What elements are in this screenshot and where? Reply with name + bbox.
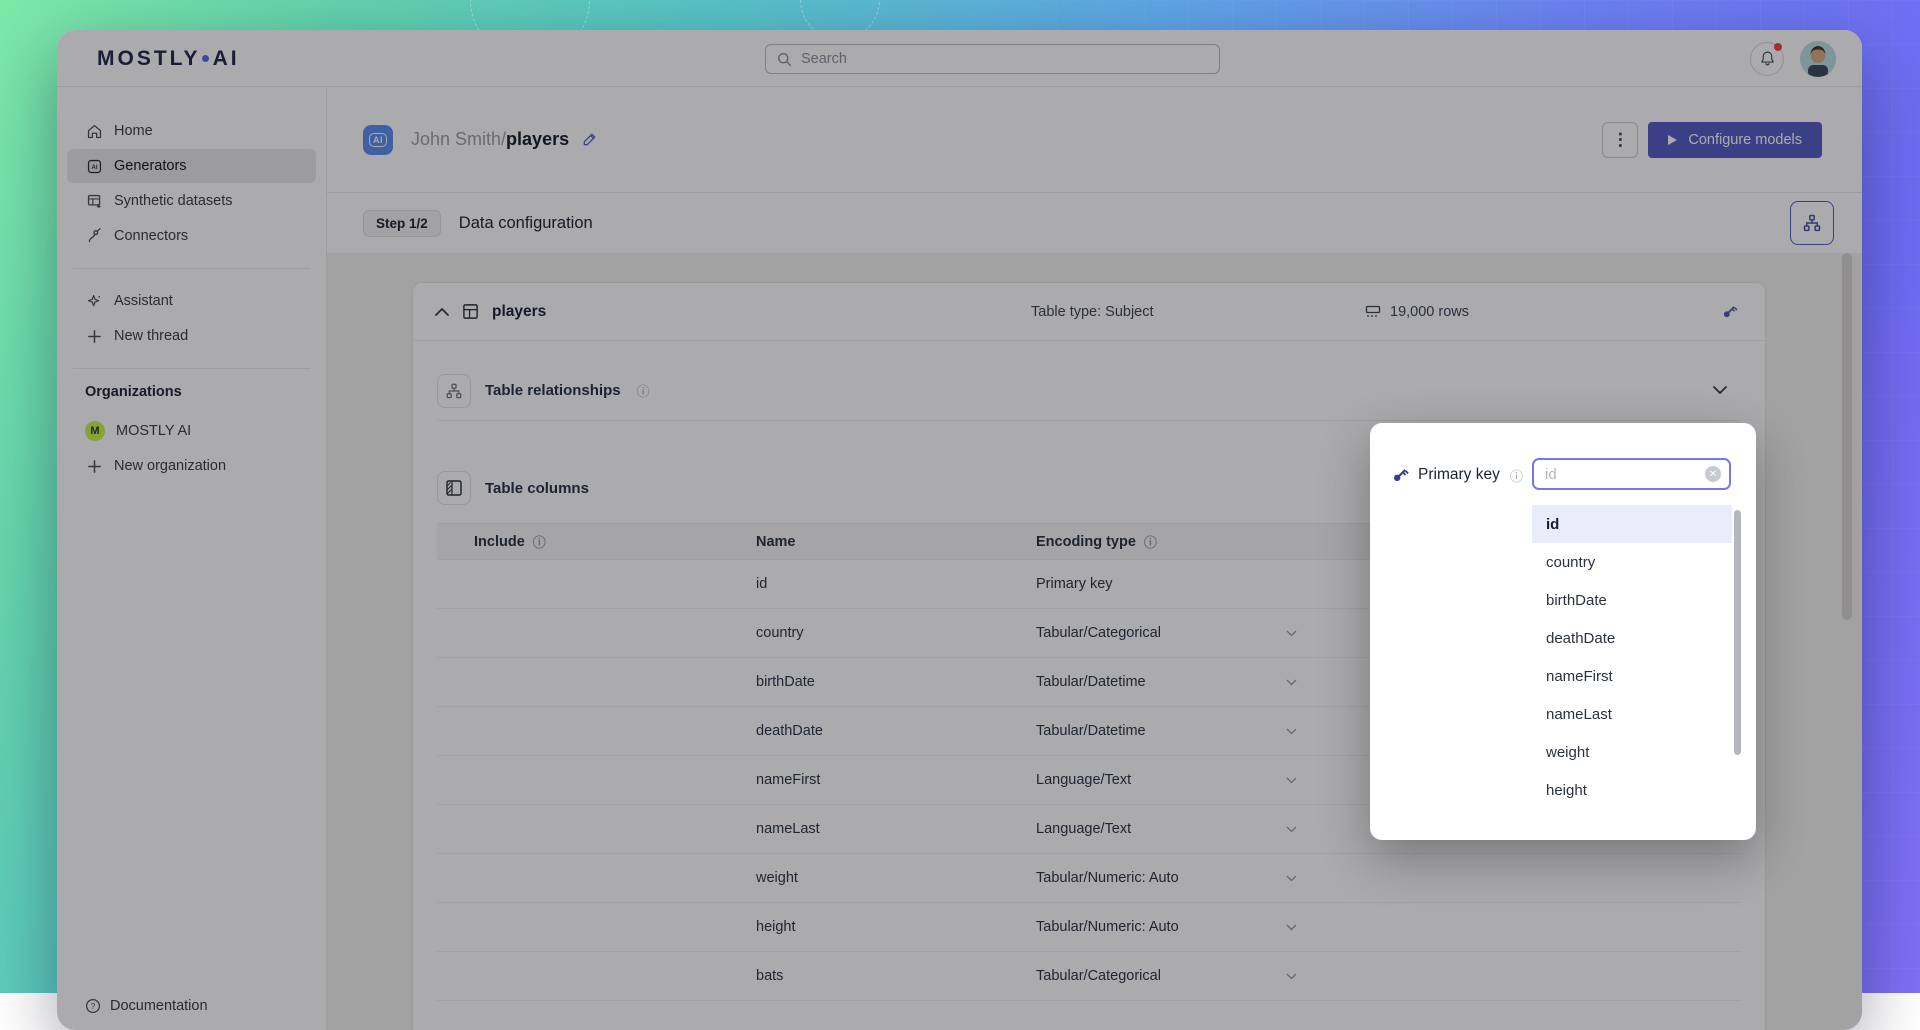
primary-key-option[interactable]: birthDate bbox=[1532, 581, 1732, 619]
info-icon: ⓘ bbox=[1510, 466, 1523, 485]
primary-key-options-list: id country birthDate deathDate nameFirst… bbox=[1532, 505, 1732, 809]
primary-key-input-wrap: ✕ bbox=[1532, 458, 1731, 490]
primary-key-option[interactable]: nameLast bbox=[1532, 695, 1732, 733]
clear-input-icon[interactable]: ✕ bbox=[1705, 466, 1721, 482]
key-icon bbox=[1390, 465, 1410, 485]
primary-key-option[interactable]: deathDate bbox=[1532, 619, 1732, 657]
primary-key-label: Primary key bbox=[1418, 466, 1500, 484]
primary-key-option[interactable]: height bbox=[1532, 771, 1732, 809]
primary-key-option[interactable]: weight bbox=[1532, 733, 1732, 771]
primary-key-option[interactable]: id bbox=[1532, 505, 1732, 543]
primary-key-option[interactable]: country bbox=[1532, 543, 1732, 581]
primary-key-input[interactable] bbox=[1534, 466, 1705, 483]
dropdown-scrollbar[interactable] bbox=[1734, 510, 1741, 755]
primary-key-label-group: Primary key ⓘ bbox=[1390, 465, 1523, 485]
primary-key-option[interactable]: nameFirst bbox=[1532, 657, 1732, 695]
primary-key-popover: Primary key ⓘ ✕ id country birthDate dea… bbox=[1370, 423, 1756, 840]
app-window: MOSTLY AI bbox=[57, 30, 1862, 1030]
